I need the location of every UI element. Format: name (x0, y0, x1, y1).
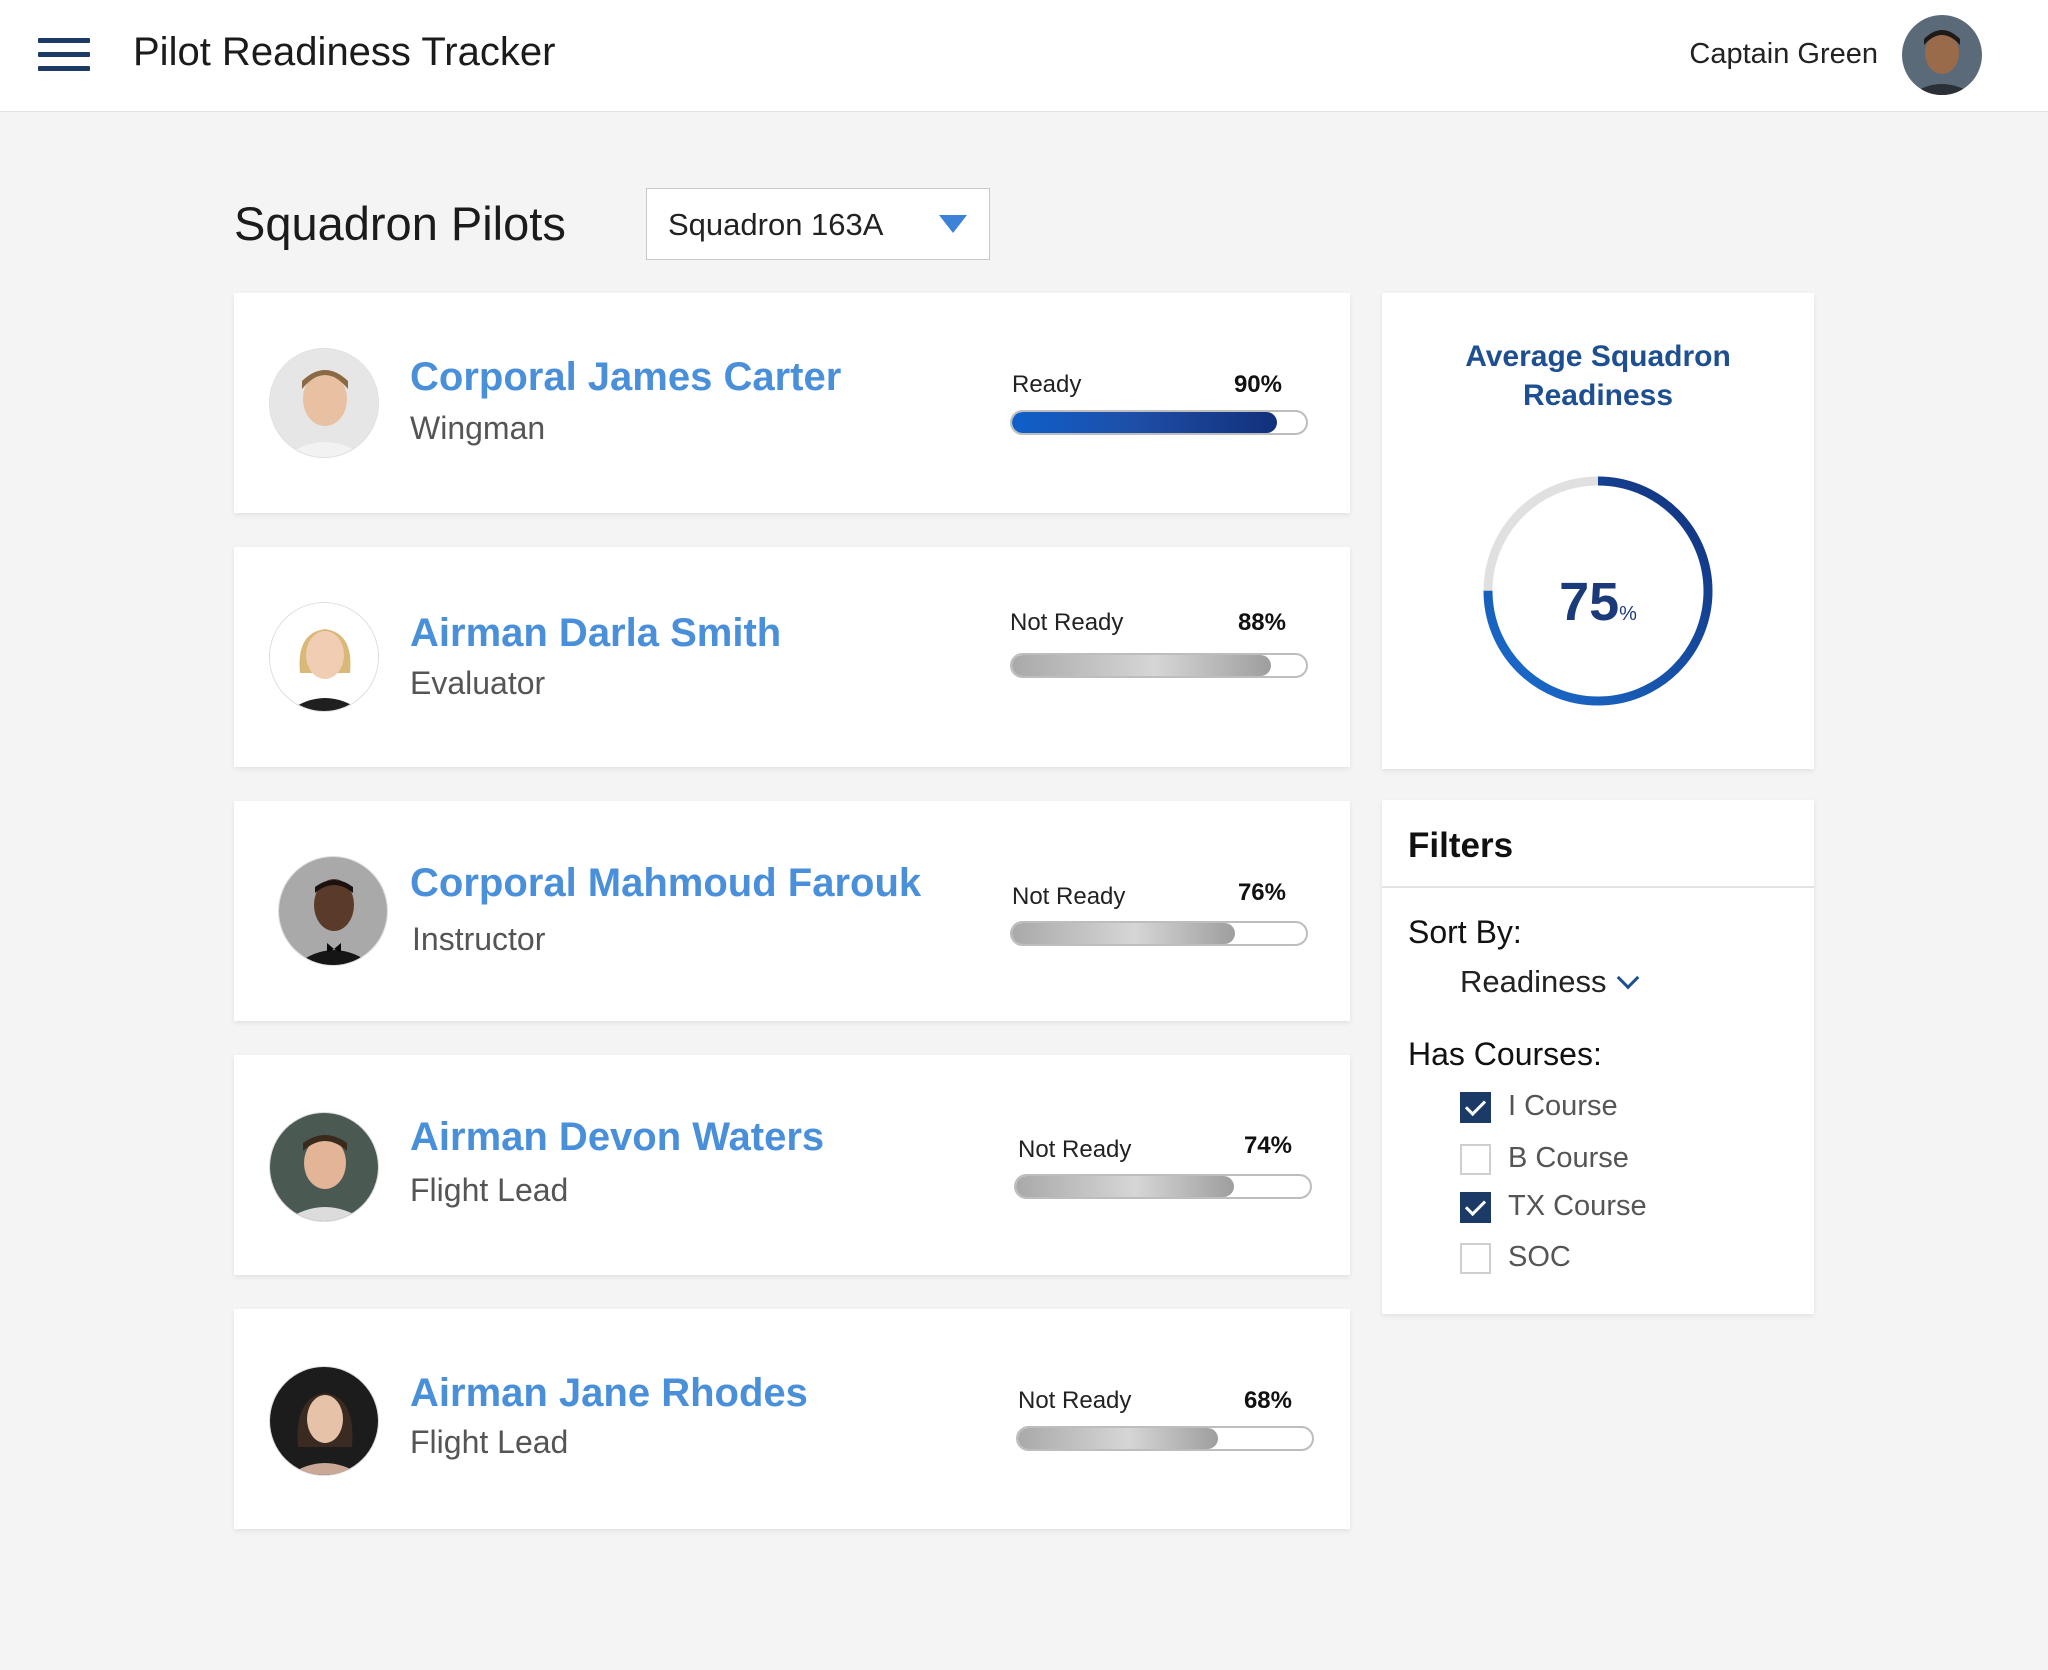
pilot-role: Wingman (410, 410, 546, 446)
readiness-status: Not Ready (1018, 1136, 1132, 1163)
average-readiness-unit: % (1619, 603, 1637, 625)
filters-title: Filters (1408, 826, 1514, 865)
readiness-percent: 68% (1243, 1387, 1292, 1414)
course-checkbox[interactable] (1460, 1192, 1491, 1223)
has-courses-label: Has Courses: (1408, 1036, 1602, 1072)
readiness-progress-fill (1012, 412, 1277, 433)
readiness-progress-fill (1016, 1176, 1234, 1197)
readiness-status: Not Ready (1012, 883, 1126, 910)
course-label: TX Course (1508, 1190, 1647, 1222)
average-readiness-title-line1: Average Squadron (1465, 340, 1731, 373)
hamburger-menu-icon[interactable] (38, 38, 90, 74)
caret-down-icon (939, 215, 967, 233)
course-label: B Course (1508, 1142, 1629, 1174)
filters-divider (1382, 886, 1814, 888)
average-readiness-title: Average Squadron Readiness (1382, 337, 1814, 415)
pilot-avatar (269, 1112, 379, 1222)
sort-by-select[interactable]: Readiness (1460, 964, 1640, 1000)
page-title: Squadron Pilots (234, 197, 566, 250)
readiness-percent: 90% (1233, 371, 1282, 398)
pilot-avatar (278, 856, 388, 966)
average-readiness-title-line2: Readiness (1522, 379, 1674, 412)
squadron-select[interactable]: Squadron 163A (646, 188, 990, 260)
pilot-avatar (269, 1366, 379, 1476)
readiness-percent: 76% (1237, 879, 1286, 906)
pilot-role: Flight Lead (410, 1172, 569, 1208)
readiness-progress-bar (1010, 921, 1308, 946)
pilot-card[interactable]: Airman Devon Waters Flight Lead Not Read… (234, 1055, 1350, 1275)
course-label: SOC (1508, 1241, 1571, 1273)
pilot-card[interactable]: Airman Jane Rhodes Flight Lead Not Ready… (234, 1309, 1350, 1529)
squadron-select-value: Squadron 163A (668, 207, 884, 242)
readiness-progress-fill (1018, 1428, 1218, 1449)
readiness-progress-bar (1016, 1426, 1314, 1451)
readiness-status: Ready (1012, 371, 1082, 398)
pilot-role: Instructor (412, 921, 546, 957)
readiness-progress-bar (1010, 653, 1308, 678)
pilot-name[interactable]: Airman Devon Waters (410, 1115, 824, 1160)
pilot-name[interactable]: Corporal Mahmoud Farouk (410, 861, 921, 906)
pilot-card[interactable]: Corporal Mahmoud Farouk Instructor Not R… (234, 801, 1350, 1021)
user-name[interactable]: Captain Green (1689, 38, 1878, 71)
chevron-down-icon (1617, 966, 1640, 990)
average-readiness-value: 75% (1382, 571, 1814, 633)
readiness-status: Not Ready (1010, 609, 1124, 636)
course-checkbox[interactable] (1460, 1092, 1491, 1123)
course-label: I Course (1508, 1090, 1618, 1122)
pilot-name[interactable]: Airman Jane Rhodes (410, 1371, 808, 1416)
app-title: Pilot Readiness Tracker (133, 30, 556, 74)
pilot-role: Evaluator (410, 665, 546, 701)
pilot-name[interactable]: Airman Darla Smith (410, 611, 781, 656)
readiness-progress-bar (1014, 1174, 1312, 1199)
filters-panel: Filters Sort By: Readiness Has Courses: … (1382, 800, 1814, 1314)
pilot-card[interactable]: Airman Darla Smith Evaluator Not Ready 8… (234, 547, 1350, 767)
pilot-role: Flight Lead (410, 1424, 569, 1460)
readiness-status: Not Ready (1018, 1387, 1132, 1414)
pilot-avatar (269, 348, 379, 458)
top-bar: Pilot Readiness Tracker Captain Green (0, 0, 2048, 112)
pilot-card[interactable]: Corporal James Carter Wingman Ready 90% (234, 293, 1350, 513)
average-readiness-number: 75 (1559, 572, 1620, 632)
pilot-name[interactable]: Corporal James Carter (410, 355, 841, 400)
average-readiness-card: Average Squadron Readiness 75% (1382, 293, 1814, 769)
course-checkbox[interactable] (1460, 1243, 1491, 1274)
pilot-avatar (269, 602, 379, 712)
readiness-percent: 88% (1237, 609, 1286, 636)
user-avatar[interactable] (1902, 15, 1982, 95)
readiness-progress-bar (1010, 410, 1308, 435)
course-checkbox[interactable] (1460, 1144, 1491, 1175)
readiness-progress-fill (1012, 655, 1271, 676)
readiness-percent: 74% (1243, 1132, 1292, 1159)
sort-by-label: Sort By: (1408, 914, 1522, 950)
readiness-progress-fill (1012, 923, 1236, 944)
sort-by-value: Readiness (1460, 964, 1607, 999)
